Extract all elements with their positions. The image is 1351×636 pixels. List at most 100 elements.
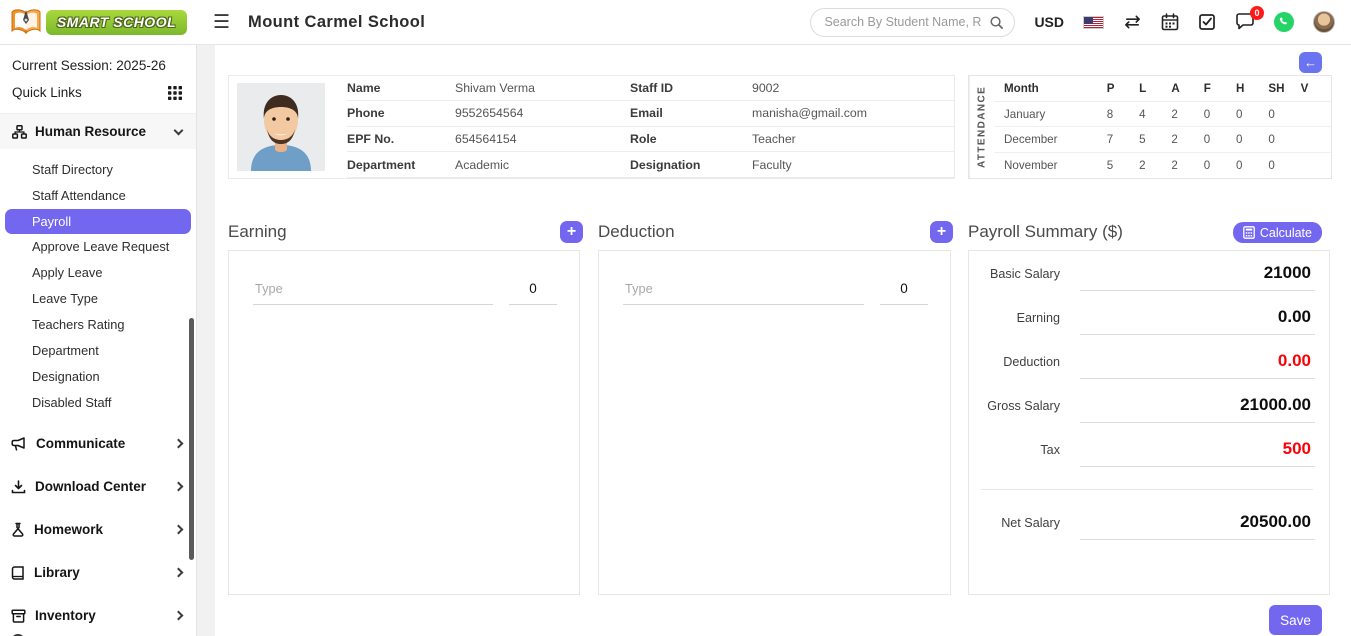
cell: 0: [1202, 127, 1234, 153]
payroll-summary-card: Basic Salary Earning Deduction Gross Sal…: [968, 250, 1330, 595]
save-button[interactable]: Save: [1269, 605, 1322, 635]
box-icon: [11, 609, 26, 623]
quick-links[interactable]: Quick Links: [0, 84, 196, 114]
net-salary-input[interactable]: [1080, 510, 1315, 540]
cell: [1299, 101, 1331, 127]
student-search[interactable]: [810, 8, 1015, 37]
cell: 5: [1105, 153, 1137, 178]
user-avatar[interactable]: [1313, 11, 1335, 33]
table-row: Department Academic Designation Faculty: [347, 152, 954, 178]
cell: 2: [1169, 127, 1201, 153]
sidebar-toggle-icon[interactable]: ☰: [213, 13, 230, 32]
sidebar-item-teachers-rating[interactable]: Teachers Rating: [0, 312, 196, 338]
book-icon: [11, 566, 25, 580]
field-value: Academic: [455, 158, 630, 172]
basic-salary-input[interactable]: [1080, 261, 1315, 291]
cell: [1299, 127, 1331, 153]
summary-row: Earning: [979, 305, 1315, 335]
cell: 2: [1169, 101, 1201, 127]
language-flag-icon[interactable]: [1083, 16, 1104, 29]
sidebar-item-disabled-staff[interactable]: Disabled Staff: [0, 390, 196, 416]
cell-month: January: [994, 101, 1105, 127]
earning-card: [228, 250, 580, 595]
add-deduction-button[interactable]: +: [930, 221, 953, 243]
sidebar-item-approve-leave-request[interactable]: Approve Leave Request: [0, 234, 196, 260]
sidebar-scrollbar[interactable]: [189, 318, 194, 560]
field-value: Faculty: [752, 158, 954, 172]
field-label: Email: [630, 106, 752, 120]
cell: 4: [1137, 101, 1169, 127]
logo-text: SMART SCHOOL: [46, 10, 187, 35]
sitemap-icon: [12, 125, 27, 139]
sidebar-item-payroll[interactable]: Payroll: [5, 209, 191, 234]
cell: [1299, 153, 1331, 178]
todo-check-icon[interactable]: [1198, 13, 1216, 31]
currency-selector[interactable]: USD: [1034, 14, 1064, 30]
session-switch-icon[interactable]: [1123, 15, 1142, 29]
sidebar-section-download-center[interactable]: Download Center: [0, 467, 196, 506]
search-input[interactable]: [824, 15, 989, 29]
deduction-total-input[interactable]: [1080, 349, 1315, 379]
field-label: Staff ID: [630, 81, 752, 95]
table-row: Phone 9552654564 Email manisha@gmail.com: [347, 101, 954, 127]
deduction-amount-input[interactable]: [880, 277, 928, 305]
quick-links-label: Quick Links: [12, 85, 82, 100]
app-logo[interactable]: SMART SCHOOL: [0, 0, 197, 45]
message-count-badge: 0: [1250, 6, 1264, 20]
sidebar-item-apply-leave[interactable]: Apply Leave: [0, 260, 196, 286]
tax-input[interactable]: [1080, 437, 1315, 467]
summary-label: Tax: [979, 443, 1060, 467]
sidebar-section-inventory[interactable]: Inventory: [0, 596, 196, 635]
summary-label: Deduction: [979, 355, 1060, 379]
sidebar-item-leave-type[interactable]: Leave Type: [0, 286, 196, 312]
megaphone-icon: [11, 437, 27, 451]
cell: 0: [1234, 127, 1266, 153]
cell: 0: [1266, 153, 1298, 178]
earning-total-input[interactable]: [1080, 305, 1315, 335]
gross-salary-input[interactable]: [1080, 393, 1315, 423]
sidebar-section-library[interactable]: Library: [0, 553, 196, 592]
sidebar-section-label: Inventory: [35, 608, 166, 623]
search-icon[interactable]: [989, 15, 1004, 30]
sidebar-item-staff-directory[interactable]: Staff Directory: [0, 157, 196, 183]
sidebar-section-human-resource[interactable]: Human Resource: [0, 114, 196, 149]
earning-type-input[interactable]: [253, 277, 493, 305]
earning-title: Earning: [228, 222, 287, 242]
main-content: ← Name Shivam Verma Staff ID 9002: [215, 45, 1351, 636]
messages-icon[interactable]: 0: [1235, 13, 1255, 31]
deduction-type-input[interactable]: [623, 277, 864, 305]
sidebar-item-staff-attendance[interactable]: Staff Attendance: [0, 183, 196, 209]
sidebar-section-homework[interactable]: Homework: [0, 510, 196, 549]
back-button[interactable]: ←: [1299, 52, 1322, 73]
chevron-right-icon: [174, 568, 184, 578]
whatsapp-icon[interactable]: [1274, 12, 1294, 32]
table-header-row: Month P L A F H SH V: [994, 76, 1331, 101]
cell: 0: [1202, 101, 1234, 127]
table-row: EPF No. 654564154 Role Teacher: [347, 127, 954, 153]
cell: 5: [1137, 127, 1169, 153]
download-icon: [11, 480, 26, 494]
sidebar-section-label: Communicate: [36, 436, 166, 451]
sidebar-section-communicate[interactable]: Communicate: [0, 424, 196, 463]
deduction-card: [598, 250, 951, 595]
table-row: Name Shivam Verma Staff ID 9002: [347, 75, 954, 101]
cell: 8: [1105, 101, 1137, 127]
staff-info-card: Name Shivam Verma Staff ID 9002 Phone 95…: [228, 75, 955, 179]
sidebar-item-department[interactable]: Department: [0, 338, 196, 364]
col-header: L: [1137, 76, 1169, 101]
sidebar-section-label: Download Center: [35, 479, 166, 494]
cell: 2: [1169, 153, 1201, 178]
grid-icon[interactable]: [168, 86, 182, 100]
sidebar-item-designation[interactable]: Designation: [0, 364, 196, 390]
calculate-button[interactable]: Calculate: [1233, 222, 1322, 243]
chevron-right-icon: [174, 482, 184, 492]
field-label: Name: [347, 81, 455, 95]
staff-photo: [237, 83, 325, 171]
earning-amount-input[interactable]: [509, 277, 557, 305]
cell-month: December: [994, 127, 1105, 153]
summary-divider: [981, 489, 1313, 490]
calendar-icon[interactable]: [1161, 13, 1179, 31]
sidebar: Current Session: 2025-26 Quick Links Hum…: [0, 45, 197, 636]
add-earning-button[interactable]: +: [560, 221, 583, 243]
cell: 0: [1234, 101, 1266, 127]
